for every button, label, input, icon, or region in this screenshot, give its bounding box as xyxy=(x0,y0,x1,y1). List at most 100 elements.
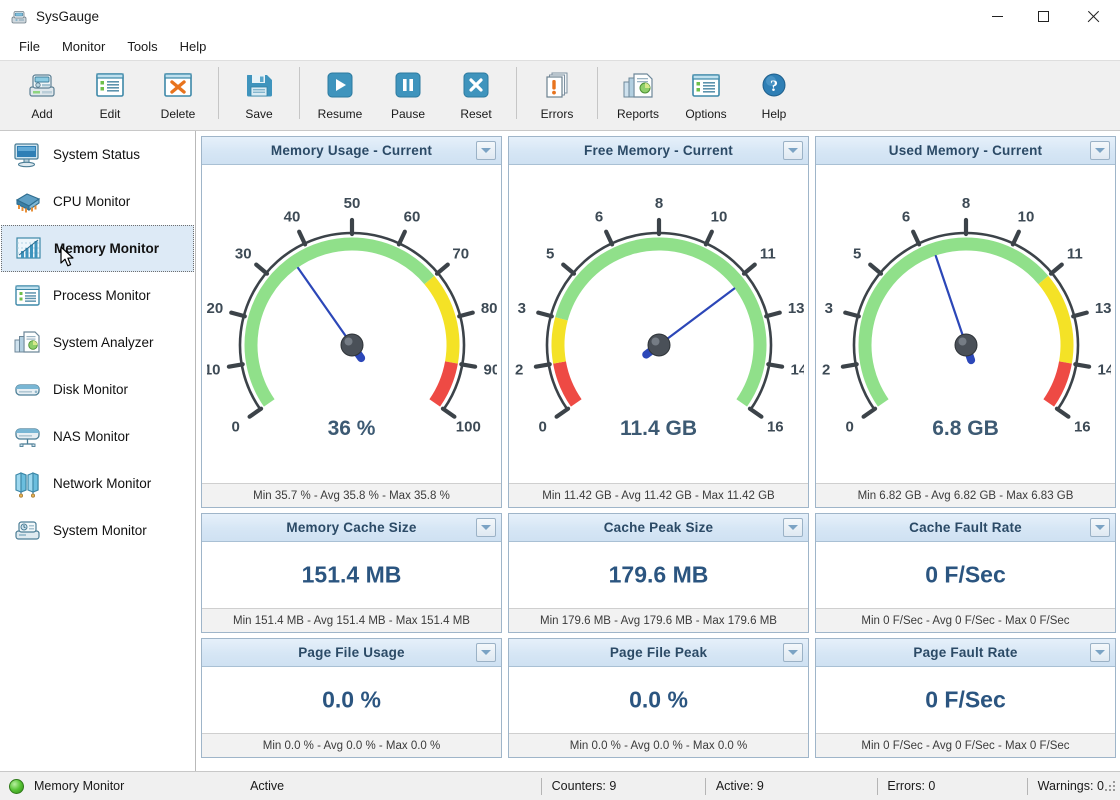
toolbar-help-button[interactable]: ? Help xyxy=(740,61,808,130)
panel-body-page-fault-rate: 0 F/Sec xyxy=(816,667,1115,733)
system-device-icon xyxy=(11,515,45,547)
panel-title-memory-usage: Memory Usage - Current xyxy=(270,143,433,158)
toolbar-pause-button[interactable]: Pause xyxy=(374,61,442,130)
toolbar-delete-label: Delete xyxy=(160,107,196,121)
sidebar-item-system-status[interactable]: System Status xyxy=(1,131,194,178)
panel-body-free-memory: 0 2 3 5 6 8 10 11 13 14 16 11.4 GB xyxy=(509,165,808,483)
panel-title-page-file-peak: Page File Peak xyxy=(609,645,708,660)
status-warnings: Warnings: 0 xyxy=(1037,779,1104,793)
svg-text:70: 70 xyxy=(452,246,469,263)
svg-text:8: 8 xyxy=(654,195,662,212)
toolbar-edit-button[interactable]: Edit xyxy=(76,61,144,130)
toolbar-options-button[interactable]: Options xyxy=(672,61,740,130)
menu-file[interactable]: File xyxy=(8,36,51,57)
gauge-value-memory-usage: 36 % xyxy=(327,417,376,440)
toolbar-errors-label: Errors xyxy=(540,107,574,121)
toolbar-errors-button[interactable]: Errors xyxy=(523,61,591,130)
disk-drive-icon xyxy=(11,374,45,406)
svg-text:5: 5 xyxy=(546,246,554,263)
sidebar-item-disk-monitor[interactable]: Disk Monitor xyxy=(1,366,194,413)
title-bar: SysGauge xyxy=(0,0,1120,33)
svg-text:14: 14 xyxy=(1097,362,1111,379)
menu-monitor[interactable]: Monitor xyxy=(51,36,116,57)
panel-menu-button-page-file-peak[interactable] xyxy=(783,643,803,662)
sidebar-label-network-monitor: Network Monitor xyxy=(53,476,152,491)
svg-text:13: 13 xyxy=(1094,300,1110,317)
panel-menu-button-cache-fault-rate[interactable] xyxy=(1090,518,1110,537)
add-gauge-icon xyxy=(22,67,62,103)
maximize-icon xyxy=(1037,11,1049,22)
panel-stats-page-file-peak: Min 0.0 % - Avg 0.0 % - Max 0.0 % xyxy=(509,733,808,757)
panel-menu-button-page-file-usage[interactable] xyxy=(476,643,496,662)
status-state: Active xyxy=(250,779,285,793)
sidebar-item-nas-monitor[interactable]: NAS Monitor xyxy=(1,413,194,460)
resize-grip-icon[interactable] xyxy=(1104,780,1116,793)
toolbar-save-button[interactable]: Save xyxy=(225,61,293,130)
panel-body-page-file-peak: 0.0 % xyxy=(509,667,808,733)
svg-text:13: 13 xyxy=(787,300,803,317)
toolbar-reports-button[interactable]: Reports xyxy=(604,61,672,130)
svg-text:8: 8 xyxy=(961,195,969,212)
panel-header: Memory Cache Size xyxy=(202,514,501,542)
toolbar-options-label: Options xyxy=(685,107,727,121)
close-button[interactable] xyxy=(1066,0,1120,33)
monitor-screen-icon xyxy=(11,139,45,171)
toolbar-add-label: Add xyxy=(31,107,53,121)
svg-text:3: 3 xyxy=(517,300,525,317)
svg-text:11: 11 xyxy=(1066,246,1082,263)
pause-icon xyxy=(388,67,428,103)
toolbar-add-button[interactable]: Add xyxy=(8,61,76,130)
sidebar-item-network-monitor[interactable]: Network Monitor xyxy=(1,460,194,507)
toolbar-save-label: Save xyxy=(245,107,273,121)
status-ok-green-icon xyxy=(9,778,24,794)
chevron-down-icon xyxy=(788,650,798,655)
toolbar-reset-label: Reset xyxy=(460,107,492,121)
sidebar-label-cpu-monitor: CPU Monitor xyxy=(53,194,131,209)
panel-stats-used-memory: Min 6.82 GB - Avg 6.82 GB - Max 6.83 GB xyxy=(816,483,1115,507)
sidebar-item-process-monitor[interactable]: Process Monitor xyxy=(1,272,194,319)
panel-menu-button-memory-cache-size[interactable] xyxy=(476,518,496,537)
panel-body-cache-fault-rate: 0 F/Sec xyxy=(816,542,1115,608)
panel-used-memory: Used Memory - Current 0 2 3 5 6 8 10 11 13 14 16 6… xyxy=(814,135,1117,509)
toolbar-reset-button[interactable]: Reset xyxy=(442,61,510,130)
minimize-icon xyxy=(991,15,1003,18)
panel-menu-button-cache-peak-size[interactable] xyxy=(783,518,803,537)
gauge-value-free-memory: 11.4 GB xyxy=(619,417,698,440)
panel-header: Page Fault Rate xyxy=(816,639,1115,667)
svg-text:80: 80 xyxy=(480,300,496,317)
network-servers-icon xyxy=(11,468,45,500)
panel-title-free-memory: Free Memory - Current xyxy=(584,143,733,158)
panel-header: Cache Peak Size xyxy=(509,514,808,542)
menu-bar: File Monitor Tools Help xyxy=(0,33,1120,60)
sidebar-item-system-analyzer[interactable]: System Analyzer xyxy=(1,319,194,366)
panel-menu-button-free-memory[interactable] xyxy=(783,141,803,160)
sidebar-label-memory-monitor: Memory Monitor xyxy=(54,241,160,256)
panel-page-file-usage: Page File Usage 0.0 % Min 0.0 % - Avg 0.… xyxy=(200,637,503,759)
menu-help[interactable]: Help xyxy=(169,36,218,57)
sidebar-item-system-monitor[interactable]: System Monitor xyxy=(1,507,194,554)
panel-menu-button-used-memory[interactable] xyxy=(1090,141,1110,160)
panel-body-memory-usage: 0 10 20 30 40 50 60 70 80 90 100 36 % xyxy=(202,165,501,483)
chevron-down-icon xyxy=(788,525,798,530)
minimize-button[interactable] xyxy=(974,0,1020,33)
svg-text:6: 6 xyxy=(594,208,602,225)
menu-tools[interactable]: Tools xyxy=(116,36,168,57)
panel-menu-button-memory-usage[interactable] xyxy=(476,141,496,160)
sidebar-item-memory-monitor[interactable]: Memory Monitor xyxy=(1,225,194,272)
chevron-down-icon xyxy=(1095,650,1105,655)
toolbar-resume-label: Resume xyxy=(317,107,363,121)
toolbar-resume-button[interactable]: Resume xyxy=(306,61,374,130)
errors-exclamation-icon xyxy=(537,67,577,103)
maximize-button[interactable] xyxy=(1020,0,1066,33)
sidebar-label-nas-monitor: NAS Monitor xyxy=(53,429,130,444)
toolbar-reports-label: Reports xyxy=(616,107,660,121)
chevron-down-icon xyxy=(1095,525,1105,530)
chevron-down-icon xyxy=(788,148,798,153)
panel-menu-button-page-fault-rate[interactable] xyxy=(1090,643,1110,662)
window-controls xyxy=(974,0,1120,33)
toolbar-delete-button[interactable]: Delete xyxy=(144,61,212,130)
sidebar: System Status CPU Monitor Memory Monitor… xyxy=(0,131,196,771)
sidebar-item-cpu-monitor[interactable]: CPU Monitor xyxy=(1,178,194,225)
value-cache-fault-rate: 0 F/Sec xyxy=(925,561,1006,588)
status-counters: Counters: 9 xyxy=(551,779,617,793)
